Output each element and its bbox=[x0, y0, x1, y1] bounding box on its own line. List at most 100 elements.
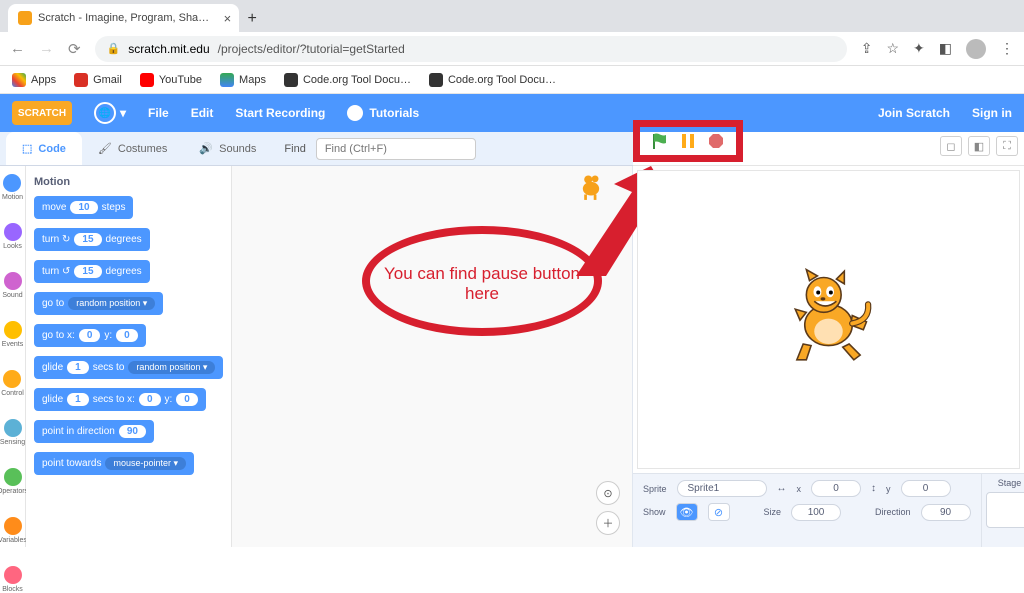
sprite-name-field[interactable]: Sprite1 bbox=[677, 480, 767, 497]
browser-tab[interactable]: Scratch - Imagine, Program, Sha… × bbox=[8, 4, 239, 32]
block-goto-random[interactable]: go torandom position ▾ bbox=[34, 292, 163, 315]
language-selector[interactable]: 🌐▾ bbox=[94, 102, 126, 124]
zoom-controls: ⊙ ＋ bbox=[596, 481, 620, 535]
bookmark-codeorg-2[interactable]: Code.org Tool Docu… bbox=[429, 73, 556, 87]
tab-close-icon[interactable]: × bbox=[224, 11, 232, 26]
tab-code[interactable]: ⬚Code bbox=[6, 132, 82, 165]
bookmark-youtube[interactable]: YouTube bbox=[140, 73, 202, 87]
show-visible-button[interactable]: 👁 bbox=[676, 503, 698, 521]
code-icon: ⬚ bbox=[22, 142, 32, 155]
zoom-target-icon[interactable]: ⊙ bbox=[596, 481, 620, 505]
script-canvas[interactable]: You can find pause button here ⊙ ＋ bbox=[232, 166, 632, 547]
dot-icon bbox=[3, 370, 21, 388]
chevron-down-icon: ▾ bbox=[120, 106, 126, 120]
extensions-icon[interactable]: ✦ bbox=[913, 40, 925, 57]
new-tab-button[interactable]: + bbox=[239, 6, 265, 32]
url-field[interactable]: 🔒 scratch.mit.edu/projects/editor/?tutor… bbox=[95, 36, 847, 62]
tab-favicon bbox=[18, 11, 32, 25]
small-stage-icon[interactable]: ◻ bbox=[940, 136, 962, 156]
nav-back-icon[interactable]: ← bbox=[10, 40, 25, 57]
sprite-x-field[interactable]: 0 bbox=[811, 480, 861, 497]
nav-edit[interactable]: Edit bbox=[191, 106, 214, 120]
show-hidden-button[interactable]: ⊘ bbox=[708, 503, 730, 521]
dot-icon bbox=[4, 321, 22, 339]
sprite-direction-field[interactable]: 90 bbox=[921, 504, 971, 521]
sprite-size-field[interactable]: 100 bbox=[791, 504, 841, 521]
block-glide-xy[interactable]: glide1secs to x:0y:0 bbox=[34, 388, 206, 411]
zoom-in-icon[interactable]: ＋ bbox=[596, 511, 620, 535]
xy-arrows-icon: ↔ bbox=[777, 483, 787, 494]
sprite-thumbnail-icon bbox=[574, 170, 608, 204]
nav-join[interactable]: Join Scratch bbox=[878, 106, 950, 120]
apps-icon bbox=[12, 73, 26, 87]
cat-myblocks[interactable]: Blocks bbox=[2, 566, 23, 593]
cat-motion[interactable]: Motion bbox=[2, 174, 23, 201]
sprite-name-label: Sprite bbox=[643, 484, 667, 494]
bookmark-maps[interactable]: Maps bbox=[220, 73, 266, 87]
bookmark-star-icon[interactable]: ☆ bbox=[886, 40, 899, 57]
nav-forward-icon[interactable]: → bbox=[39, 40, 54, 57]
stage-canvas[interactable] bbox=[637, 170, 1020, 469]
profile-avatar-icon[interactable] bbox=[966, 39, 986, 59]
dot-icon bbox=[4, 272, 22, 290]
stage-thumbnail[interactable] bbox=[986, 492, 1024, 528]
tab-title: Scratch - Imagine, Program, Sha… bbox=[38, 12, 209, 24]
scratch-logo[interactable]: SCRATCH bbox=[12, 101, 72, 125]
stage-thumbnail-panel[interactable]: Stage bbox=[981, 474, 1024, 547]
bookmark-codeorg-1[interactable]: Code.org Tool Docu… bbox=[284, 73, 411, 87]
cat-sensing[interactable]: Sensing bbox=[0, 419, 25, 446]
block-point-towards[interactable]: point towardsmouse-pointer ▾ bbox=[34, 452, 194, 475]
fullscreen-icon[interactable]: ⛶ bbox=[996, 136, 1018, 156]
cat-operators[interactable]: Operators bbox=[0, 468, 28, 495]
globe-icon: 🌐 bbox=[94, 102, 116, 124]
url-host: scratch.mit.edu bbox=[128, 42, 209, 56]
cat-variables[interactable]: Variables bbox=[0, 517, 27, 544]
cat-sound[interactable]: Sound bbox=[2, 272, 22, 299]
nav-start-recording[interactable]: Start Recording bbox=[235, 106, 325, 120]
block-turn-right[interactable]: turn ↻15degrees bbox=[34, 228, 150, 251]
address-bar: ← → ⟳ 🔒 scratch.mit.edu/projects/editor/… bbox=[0, 32, 1024, 66]
sprite-y-field[interactable]: 0 bbox=[901, 480, 951, 497]
share-icon[interactable]: ⇪ bbox=[861, 40, 873, 57]
large-stage-icon[interactable]: ◧ bbox=[968, 136, 990, 156]
green-flag-icon[interactable] bbox=[651, 132, 669, 150]
tab-costumes[interactable]: 🖌Costumes bbox=[82, 132, 184, 165]
lightbulb-icon bbox=[347, 105, 363, 121]
extension-icons: ⇪ ☆ ✦ ◧ ⋮ bbox=[861, 39, 1014, 59]
dot-icon bbox=[4, 566, 22, 584]
bookmark-apps[interactable]: Apps bbox=[12, 73, 56, 87]
nav-tutorials[interactable]: Tutorials bbox=[347, 105, 419, 121]
nav-reload-icon[interactable]: ⟳ bbox=[68, 40, 81, 58]
find-input[interactable] bbox=[316, 138, 476, 160]
block-point-direction[interactable]: point in direction90 bbox=[34, 420, 154, 443]
dot-icon bbox=[3, 174, 21, 192]
block-glide-random[interactable]: glide1secs torandom position ▾ bbox=[34, 356, 223, 379]
scratch-topnav: SCRATCH 🌐▾ File Edit Start Recording Tut… bbox=[0, 94, 1024, 132]
bookmarks-bar: Apps Gmail YouTube Maps Code.org Tool Do… bbox=[0, 66, 1024, 94]
stage-label: Stage bbox=[998, 478, 1022, 488]
bookmark-gmail[interactable]: Gmail bbox=[74, 73, 122, 87]
block-move-steps[interactable]: move10steps bbox=[34, 196, 133, 219]
find-box: Find bbox=[284, 138, 475, 160]
block-goto-xy[interactable]: go to x:0y:0 bbox=[34, 324, 146, 347]
reading-list-icon[interactable]: ◧ bbox=[939, 40, 952, 57]
lock-icon: 🔒 bbox=[107, 42, 121, 55]
pause-icon[interactable] bbox=[679, 132, 697, 150]
kebab-menu-icon[interactable]: ⋮ bbox=[1000, 40, 1014, 57]
scratch-cat-sprite[interactable] bbox=[781, 268, 876, 371]
cat-control[interactable]: Control bbox=[1, 370, 24, 397]
dot-icon bbox=[4, 468, 22, 486]
tab-sounds[interactable]: 🔊Sounds bbox=[183, 132, 272, 165]
stop-icon[interactable] bbox=[707, 132, 725, 150]
nav-signin[interactable]: Sign in bbox=[972, 106, 1012, 120]
size-label: Size bbox=[764, 507, 782, 517]
cat-events[interactable]: Events bbox=[2, 321, 23, 348]
direction-label: Direction bbox=[875, 507, 911, 517]
palette-heading: Motion bbox=[34, 176, 223, 188]
show-label: Show bbox=[643, 507, 666, 517]
block-turn-left[interactable]: turn ↺15degrees bbox=[34, 260, 150, 283]
url-path: /projects/editor/?tutorial=getStarted bbox=[218, 42, 405, 56]
annotation-text: You can find pause button here bbox=[370, 264, 594, 305]
nav-file[interactable]: File bbox=[148, 106, 169, 120]
cat-looks[interactable]: Looks bbox=[3, 223, 22, 250]
